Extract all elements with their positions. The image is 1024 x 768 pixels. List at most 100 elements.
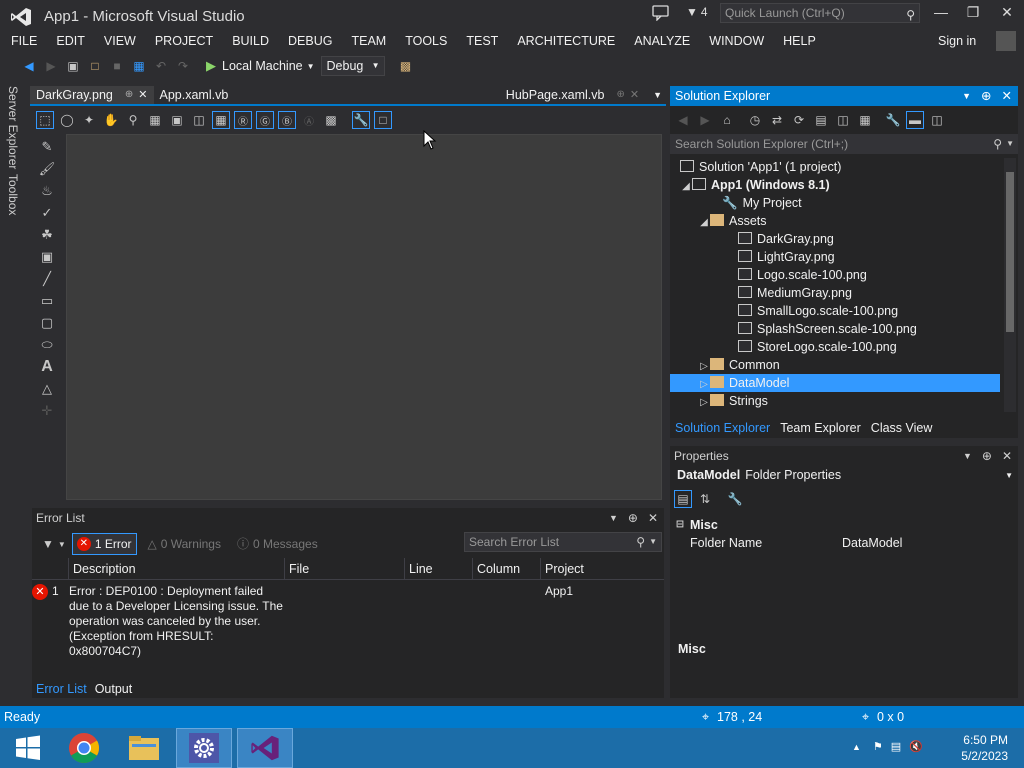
run-button[interactable]: ▶ Local Machine ▼ (206, 58, 315, 74)
error-list-search-input[interactable]: Search Error List ⚲ ▼ (464, 532, 662, 552)
property-pages-icon[interactable]: 🔧 (726, 490, 744, 508)
collapsed-triangle-icon[interactable]: ▷ (698, 394, 710, 412)
menu-team[interactable]: TEAM (340, 32, 394, 50)
taskbar-clock[interactable]: 6:50 PM 5/2/2023 (961, 732, 1008, 764)
back-navigation-icon[interactable]: ◀ (20, 57, 38, 75)
forward-icon[interactable]: ▶ (696, 111, 714, 129)
sign-in-link[interactable]: Sign in (938, 34, 976, 48)
rotate-icon[interactable]: △ (36, 378, 58, 400)
chevron-down-icon[interactable]: ▼ (1005, 471, 1013, 480)
tab-darkgray-png[interactable]: DarkGray.png ⊕ ✕ (30, 85, 154, 105)
volume-muted-icon[interactable]: 🔇 (909, 740, 923, 753)
advanced-tools-icon[interactable]: □ (374, 111, 392, 129)
column-description[interactable]: Description (68, 558, 284, 580)
close-icon[interactable]: ✕ (1002, 446, 1012, 466)
tree-item-file[interactable]: SmallLogo.scale-100.png (670, 302, 1000, 320)
menu-view[interactable]: VIEW (93, 32, 144, 50)
filter-icon[interactable]: ▼ (42, 537, 54, 551)
server-explorer-tab[interactable]: Server Explorer (6, 86, 20, 169)
column-column[interactable]: Column (472, 558, 540, 580)
tab-class-view[interactable]: Class View (866, 419, 938, 437)
object-selector[interactable]: DataModel Folder Properties ▼ (677, 468, 1013, 482)
save-all-icon[interactable]: ▦ (130, 57, 148, 75)
tab-team-explorer[interactable]: Team Explorer (775, 419, 866, 437)
menu-debug[interactable]: DEBUG (277, 32, 340, 50)
warnings-filter-button[interactable]: △ 0 Warnings (143, 533, 226, 555)
start-button[interactable] (0, 728, 56, 768)
property-row[interactable]: Folder Name DataModel (670, 534, 1018, 552)
airbrush-icon[interactable]: ♨ (36, 180, 58, 202)
undo-icon[interactable]: ↶ (152, 57, 170, 75)
property-value[interactable]: DataModel (842, 534, 902, 552)
home-icon[interactable]: ⌂ (718, 111, 736, 129)
collapse-all-icon[interactable]: ▤ (812, 111, 830, 129)
tab-hubpage-xaml-vb[interactable]: HubPage.xaml.vb ⊕ ✕ (500, 86, 645, 105)
expanded-triangle-icon[interactable]: ◢ (680, 178, 692, 196)
view-code-icon[interactable]: ▦ (856, 111, 874, 129)
feedback-button[interactable]: ▼ 4 (686, 5, 708, 19)
pin-icon[interactable]: ⊕ (982, 446, 992, 466)
collapse-icon[interactable]: ⊟ (674, 516, 686, 534)
properties-wrench-icon[interactable]: 🔧 (352, 111, 370, 129)
menu-tools[interactable]: TOOLS (394, 32, 455, 50)
properties-wrench-icon[interactable]: 🔧 (884, 111, 902, 129)
zoom-to-fit-icon[interactable]: ▣ (168, 111, 186, 129)
class-diagram-icon[interactable]: ◫ (928, 111, 946, 129)
category-row[interactable]: ⊟ Misc (670, 516, 1018, 534)
brush-icon[interactable]: 🖌 (36, 158, 58, 180)
tree-item-my-project[interactable]: 🔧 My Project (670, 194, 1000, 212)
lasso-selection-icon[interactable]: ◯ (58, 111, 76, 129)
rounded-rectangle-icon[interactable]: ▢ (36, 312, 58, 334)
find-in-files-icon[interactable]: ▩ (397, 57, 415, 75)
tree-item-datamodel[interactable]: ▷ DataModel (670, 374, 1000, 392)
tree-item-solution[interactable]: Solution 'App1' (1 project) (670, 158, 1000, 176)
actual-size-icon[interactable]: ▦ (146, 111, 164, 129)
toolbox-tab[interactable]: Toolbox (6, 174, 20, 215)
grid-icon[interactable]: ▦ (212, 111, 230, 129)
show-hidden-icons-icon[interactable]: ▲ (852, 742, 861, 752)
column-project[interactable]: Project (540, 558, 664, 580)
text-tool-icon[interactable]: A (36, 356, 58, 378)
notification-icon[interactable] (652, 5, 670, 21)
action-center-flag-icon[interactable]: ⚑ (873, 740, 883, 753)
rectangle-icon[interactable]: ▭ (36, 290, 58, 312)
close-button[interactable]: ✕ (992, 4, 1022, 24)
close-icon[interactable]: ✕ (648, 508, 658, 528)
menu-project[interactable]: PROJECT (144, 32, 221, 50)
column-file[interactable]: File (284, 558, 404, 580)
menu-test[interactable]: TEST (455, 32, 506, 50)
line-icon[interactable]: ╱ (36, 268, 58, 290)
fill-bucket-icon[interactable]: ☘ (36, 224, 58, 246)
green-channel-icon[interactable]: Ⓖ (256, 111, 274, 129)
back-icon[interactable]: ◀ (674, 111, 692, 129)
tree-scrollbar[interactable] (1004, 158, 1016, 412)
network-icon[interactable]: ▤ (891, 740, 901, 753)
tab-overflow-dropdown-icon[interactable]: ▼ (653, 90, 662, 100)
tree-item-file[interactable]: DarkGray.png (670, 230, 1000, 248)
minimize-button[interactable]: — (926, 4, 956, 24)
red-channel-icon[interactable]: Ⓡ (234, 111, 252, 129)
crop-icon[interactable]: ✛ (36, 400, 58, 422)
tree-item-file[interactable]: StoreLogo.scale-100.png (670, 338, 1000, 356)
maximize-button[interactable]: ❐ (958, 4, 988, 24)
open-file-icon[interactable]: □ (86, 57, 104, 75)
tab-error-list[interactable]: Error List (32, 682, 91, 696)
eyedropper-icon[interactable]: ✓ (36, 202, 58, 224)
taskbar-visual-studio[interactable] (237, 728, 293, 768)
tree-item-file[interactable]: Logo.scale-100.png (670, 266, 1000, 284)
pencil-icon[interactable]: ✎ (36, 136, 58, 158)
expanded-triangle-icon[interactable]: ◢ (698, 214, 710, 232)
close-icon[interactable]: ✕ (138, 86, 147, 104)
ellipse-icon[interactable]: ⬭ (36, 334, 58, 356)
taskbar-file-explorer[interactable] (116, 728, 172, 768)
configuration-dropdown[interactable]: Debug ▼ (320, 56, 385, 76)
pin-icon[interactable]: ⊕ (616, 86, 624, 104)
show-all-files-icon[interactable]: ◫ (834, 111, 852, 129)
scrollbar-thumb[interactable] (1006, 172, 1014, 332)
forward-navigation-icon[interactable]: ▶ (42, 57, 60, 75)
frame-icon[interactable]: ◫ (190, 111, 208, 129)
background-pattern-icon[interactable]: ▩ (322, 111, 340, 129)
blue-channel-icon[interactable]: Ⓑ (278, 111, 296, 129)
menu-file[interactable]: FILE (0, 32, 45, 50)
alpha-channel-icon[interactable]: Ⓐ (300, 111, 318, 129)
